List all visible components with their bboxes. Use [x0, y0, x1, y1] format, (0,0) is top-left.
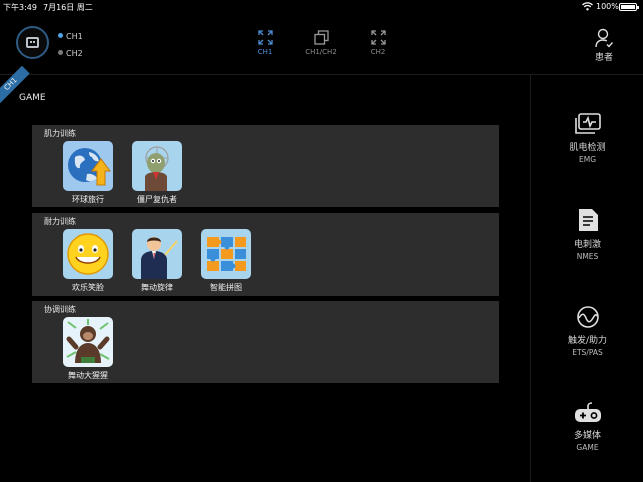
ch2-status-dot: [58, 50, 63, 55]
sidebar-item-nmes[interactable]: 电刺激 NMES: [531, 208, 643, 261]
zombie-icon: [132, 141, 182, 191]
sidebar-item-ets-pas[interactable]: 触发/助力 ETS/PAS: [531, 306, 643, 357]
status-date: 7月16日 周二: [43, 3, 93, 12]
status-time: 下午3:49: [3, 3, 37, 12]
app-happy-face[interactable]: 欢乐笑脸: [57, 229, 119, 293]
app-label: 僵尸复仇者: [137, 195, 177, 204]
channel-ch1: CH1: [58, 32, 83, 41]
sidebar-sublabel: ETS/PAS: [572, 348, 603, 357]
puzzle-icon: [201, 229, 251, 279]
status-bar: 下午3:49 7月16日 周二 100%: [0, 0, 643, 14]
channel-ch2: CH2: [58, 49, 83, 58]
mode-ch2-button[interactable]: CH2: [363, 30, 393, 56]
dual-window-icon: [313, 30, 329, 45]
device-icon: [26, 37, 39, 48]
section-endurance-training: 耐力训练 欢乐笑脸 舞动旋律 智能拼图: [32, 213, 499, 296]
sidebar-sublabel: NMES: [576, 252, 599, 261]
smiley-face-icon: [63, 229, 113, 279]
sidebar-label: 肌电检测: [569, 143, 606, 153]
app-label: 舞动大猩猩: [68, 371, 108, 380]
app-zombie-avenger[interactable]: 僵尸复仇者: [126, 141, 188, 205]
app-label: 欢乐笑脸: [72, 283, 104, 292]
app-smart-puzzle[interactable]: 智能拼图: [195, 229, 257, 293]
app-label: 舞动旋律: [141, 283, 173, 292]
app-label: 智能拼图: [210, 283, 242, 292]
section-strength-training: 肌力训练 环球旅行 僵尸复仇者: [32, 125, 499, 207]
patient-button[interactable]: 患者: [588, 28, 620, 63]
mode-ch1-button[interactable]: CH1: [250, 30, 280, 56]
app-world-travel[interactable]: 环球旅行: [57, 141, 119, 205]
section-title: 耐力训练: [44, 217, 76, 226]
app-dance-rhythm[interactable]: 舞动旋律: [126, 229, 188, 293]
battery-icon: [619, 3, 639, 11]
sidebar-sublabel: EMG: [578, 155, 597, 164]
battery-percent: 100%: [596, 2, 619, 11]
gorilla-icon: [63, 317, 113, 367]
mode-ch1-ch2-button[interactable]: CH1/CH2: [301, 30, 341, 56]
user-icon: [595, 28, 613, 48]
expand-icon: [370, 30, 386, 45]
document-icon: [578, 209, 598, 231]
gamepad-icon: [574, 402, 601, 422]
expand-icon: [257, 30, 273, 45]
sidebar-label: 多媒体: [573, 431, 601, 441]
sidebar-item-emg[interactable]: 肌电检测 EMG: [531, 113, 643, 164]
sidebar-sublabel: GAME: [576, 443, 599, 452]
app-dancing-gorilla[interactable]: 舞动大猩猩: [57, 317, 119, 381]
page-title: GAME: [19, 93, 46, 103]
wifi-icon: [582, 2, 593, 11]
ch1-status-dot: [58, 33, 63, 38]
emg-monitor-icon: [574, 113, 601, 134]
globe-icon: [63, 141, 113, 191]
sidebar-label: 触发/助力: [567, 336, 608, 346]
section-coordination-training: 协调训练 舞动大猩猩: [32, 301, 499, 383]
trigger-wave-icon: [576, 306, 599, 328]
function-sidebar: 肌电检测 EMG 电刺激 NMES 触发/助力 ETS/PAS 多媒体 GAME: [530, 75, 643, 482]
conductor-icon: [132, 229, 182, 279]
section-title: 协调训练: [44, 305, 76, 314]
section-title: 肌力训练: [44, 129, 76, 138]
device-button[interactable]: [16, 26, 49, 59]
sidebar-label: 电刺激: [573, 240, 601, 250]
app-label: 环球旅行: [72, 195, 104, 204]
sidebar-item-multimedia[interactable]: 多媒体 GAME: [531, 401, 643, 452]
